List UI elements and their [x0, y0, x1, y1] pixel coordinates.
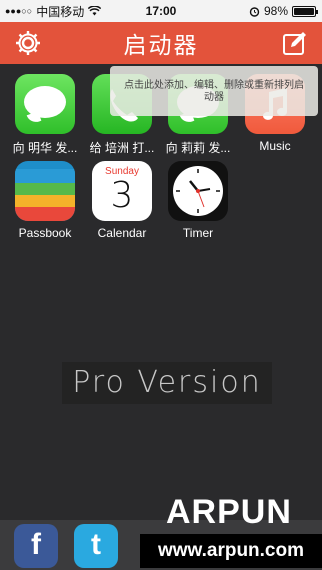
launcher-label: 给 培洲 打...	[89, 141, 155, 155]
pro-version-label[interactable]: Pro Version	[62, 362, 272, 404]
launcher-label: Passbook	[18, 226, 72, 240]
launcher-label: 向 莉莉 发...	[165, 141, 231, 155]
passbook-icon	[15, 161, 75, 221]
watermark-brand: ARPUN	[166, 493, 292, 531]
launcher-label: 向 明华 发...	[12, 141, 78, 155]
twitter-icon[interactable]: t	[74, 524, 118, 568]
battery-icon	[292, 5, 318, 17]
facebook-glyph: f	[31, 528, 41, 561]
status-left: ●●●○○ 中国移动	[5, 3, 102, 20]
carrier-label: 中国移动	[36, 4, 85, 19]
app-header: 启动器	[0, 22, 322, 64]
add-edit-tooltip: 点击此处添加、编辑、删除或重新排列启动器	[110, 66, 318, 116]
clock-icon	[168, 161, 228, 221]
page-title: 启动器	[123, 32, 199, 58]
signal-icon: ●●●○○	[5, 6, 33, 16]
edit-icon[interactable]	[282, 30, 308, 56]
launcher-label: Calendar	[97, 226, 147, 240]
launcher-label: Music	[259, 139, 291, 153]
wifi-icon	[88, 6, 102, 16]
battery-fill	[294, 7, 314, 15]
launcher-label: Timer	[182, 226, 214, 240]
message-icon	[15, 74, 75, 134]
facebook-icon[interactable]: f	[14, 524, 58, 568]
calendar-day-number: 3	[110, 175, 134, 216]
launcher-tile[interactable]: Timer	[160, 161, 236, 240]
launcher-tile[interactable]: Sunday 3 Calendar	[84, 161, 160, 240]
twitter-glyph: t	[91, 528, 101, 561]
status-bar: ●●●○○ 中国移动 17:00 98%	[0, 0, 322, 22]
launcher-tile[interactable]: Passbook	[7, 161, 83, 240]
alarm-icon	[249, 6, 260, 17]
launcher-tile[interactable]: 向 明华 发...	[7, 74, 83, 156]
calendar-icon: Sunday 3	[92, 161, 152, 221]
battery-percent: 98%	[263, 4, 288, 18]
gear-icon[interactable]	[14, 29, 42, 57]
watermark-url: www.arpun.com	[140, 534, 322, 568]
status-right: 98%	[249, 4, 318, 18]
